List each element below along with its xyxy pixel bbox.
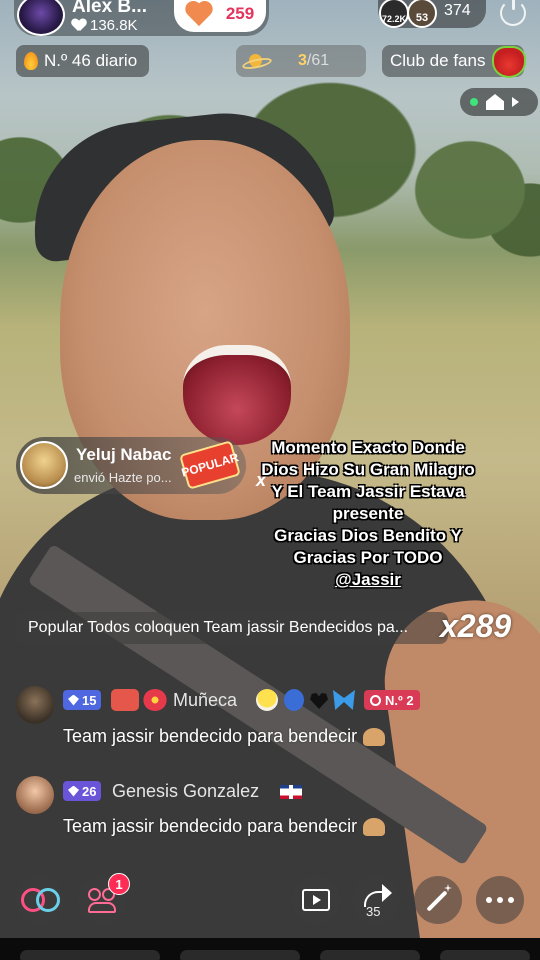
caption-line: presente — [332, 504, 404, 523]
rank-badge: N.º 2 — [364, 690, 420, 710]
caption-line: Y El Team Jassir Estava — [271, 482, 465, 501]
live-media-chip[interactable] — [460, 88, 538, 116]
popular-multiplier: x289 — [440, 608, 512, 644]
comment-username[interactable]: Muñeca — [173, 690, 237, 711]
film-icon — [302, 889, 330, 911]
caption-line: Gracias Dios Bendito Y — [274, 526, 462, 545]
comment-text: Team jassir bendecido para bendecir — [63, 726, 386, 747]
caption-line: Momento Exacto Donde — [271, 438, 465, 457]
pray-hands-icon — [363, 818, 386, 837]
play-icon — [512, 97, 519, 107]
daily-rank-chip[interactable]: N.º 46 diario — [16, 45, 150, 77]
flower-icon — [143, 689, 167, 711]
viewer-count[interactable]: 374 — [444, 2, 471, 20]
followers-count: 136.8K — [90, 17, 138, 34]
heart-icon — [186, 2, 214, 26]
viewer-avatar[interactable]: 72.2K — [379, 0, 409, 28]
home-play-icon — [486, 94, 504, 110]
comment-username[interactable]: Genesis Gonzalez — [112, 781, 259, 802]
more-dots-icon — [486, 897, 514, 903]
gift-action-text: envió Hazte po... — [74, 470, 172, 485]
chick-icon — [256, 689, 278, 711]
like-button[interactable]: 259 — [174, 0, 266, 32]
stream-caption: Momento Exacto Donde Dios Hizo Su Gran M… — [254, 437, 482, 591]
globe-icon — [284, 689, 304, 711]
caption-line: Dios Hizo Su Gran Milagro — [261, 460, 475, 479]
live-dot-icon — [470, 98, 478, 106]
dominican-flag-icon — [280, 785, 302, 799]
planet-icon — [242, 53, 268, 69]
daily-rank-label: N.º 46 diario — [44, 51, 138, 70]
fan-club-label: Club de fans — [390, 51, 486, 70]
caption-mention[interactable]: @Jassir — [254, 569, 482, 591]
bottom-strip — [0, 938, 540, 960]
comment-avatar[interactable] — [16, 776, 54, 814]
viewer-badge: 53 — [415, 12, 429, 24]
pray-hands-icon — [363, 728, 386, 747]
comment-text: Team jassir bendecido para bendecir — [63, 816, 386, 837]
link-icon — [21, 888, 63, 912]
gift-sender-name: Yeluj Nabac — [76, 445, 172, 464]
comment-avatar[interactable] — [16, 686, 54, 724]
flame-icon — [24, 52, 38, 70]
power-icon[interactable] — [496, 0, 530, 30]
caption-line: Gracias Por TODO — [293, 548, 443, 567]
heart-icon — [72, 19, 86, 32]
popular-banner-text: Popular Todos coloquen Team jassir Bende… — [28, 619, 409, 636]
diamond-icon — [68, 694, 79, 706]
level-badge: 26 — [63, 781, 102, 801]
share-count: 35 — [366, 904, 381, 919]
viewer-badge: 72.2K — [381, 14, 407, 24]
level-badge: 15 — [63, 690, 102, 710]
planet-progress-chip[interactable]: 3/61 — [236, 45, 366, 77]
popular-banner[interactable]: Popular Todos coloquen Team jassir Bende… — [16, 612, 448, 644]
fan-mascot-icon[interactable] — [492, 46, 526, 78]
planet-progress: 3/61 — [298, 52, 330, 69]
gift-sender-avatar[interactable] — [20, 441, 68, 489]
clock-icon — [370, 694, 381, 706]
guests-notification-badge: 1 — [108, 873, 130, 895]
streamer-mouth — [183, 345, 291, 445]
diamond-icon — [68, 785, 79, 797]
like-count: 259 — [225, 4, 255, 23]
host-followers: 136.8K — [72, 17, 138, 34]
host-name[interactable]: Alex B... — [72, 0, 147, 18]
heart-icon — [111, 689, 139, 711]
